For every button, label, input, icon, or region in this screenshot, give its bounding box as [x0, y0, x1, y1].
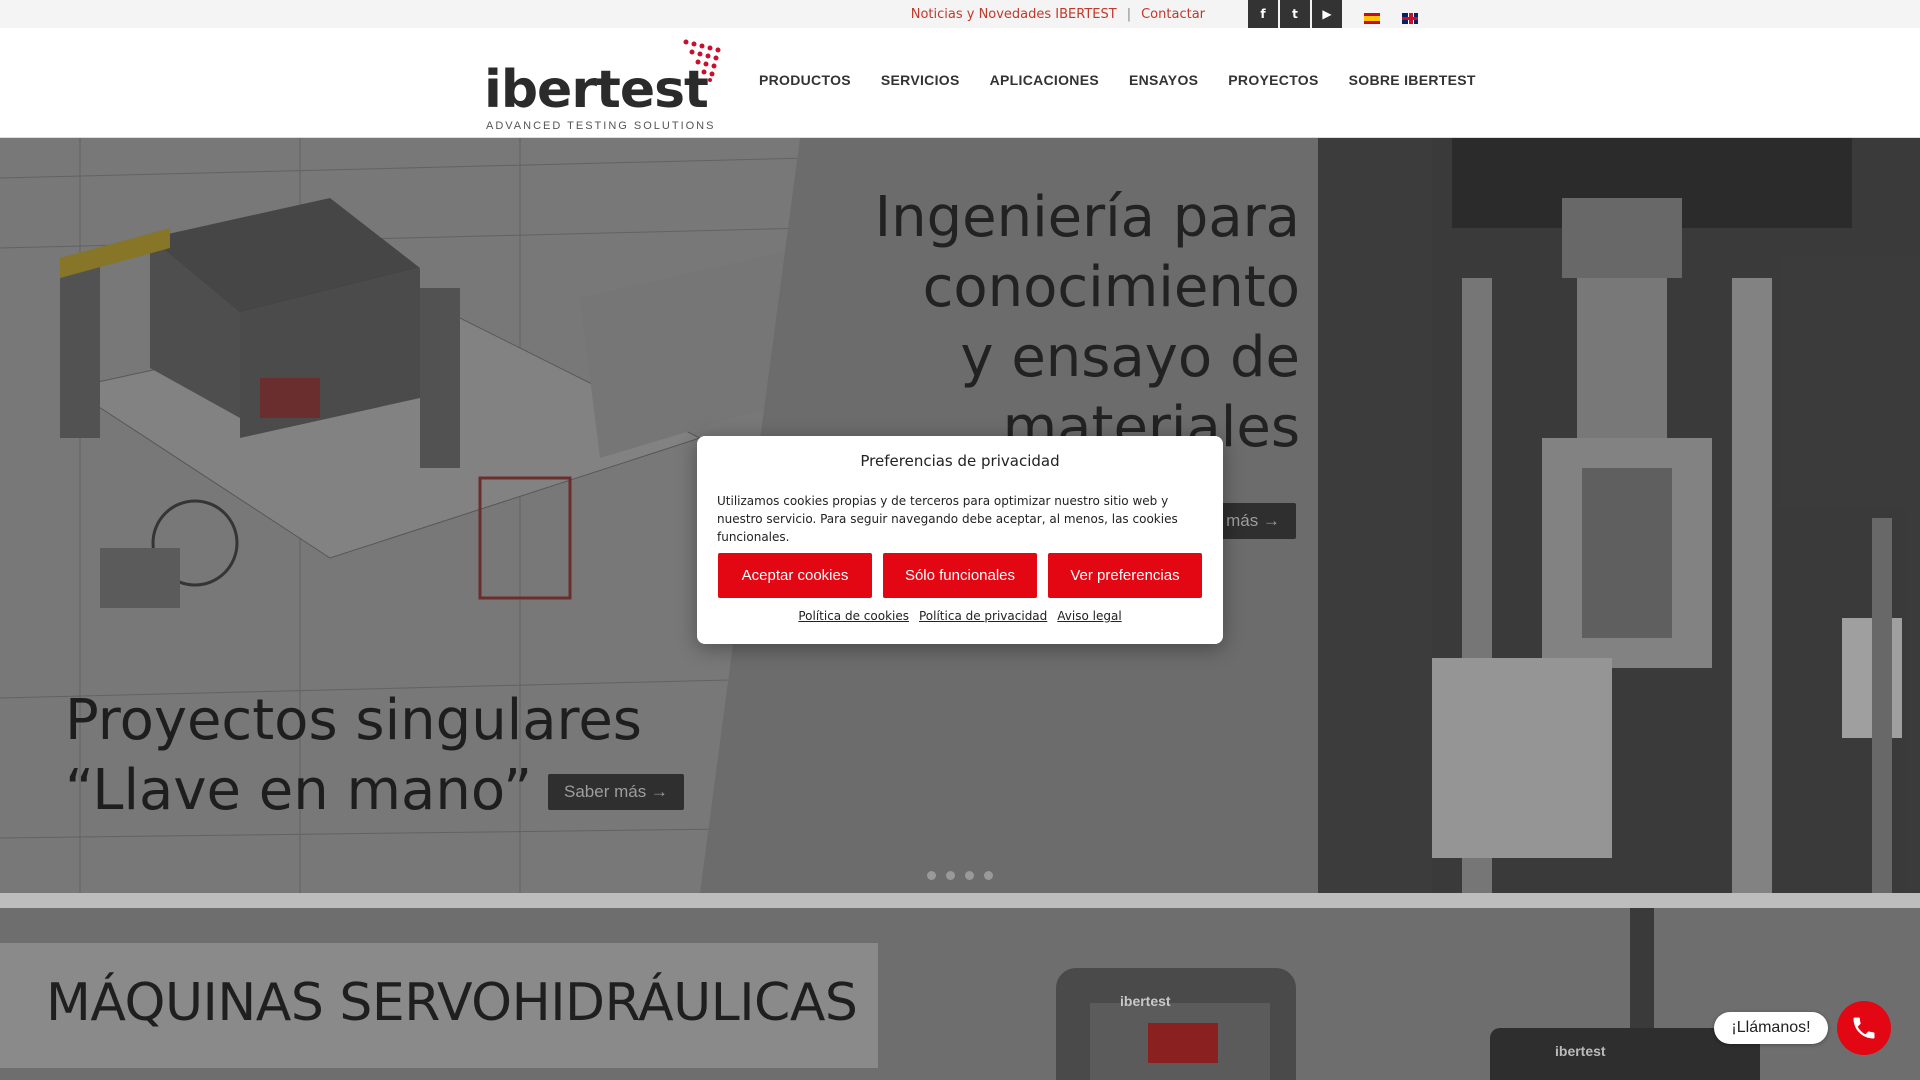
call-button[interactable]	[1837, 1001, 1891, 1055]
nav-sobre-ibertest[interactable]: SOBRE IBERTEST	[1349, 72, 1476, 88]
social-links: f t ▶	[1248, 0, 1344, 28]
machine-pole	[1630, 908, 1654, 1033]
youtube-icon[interactable]: ▶	[1312, 0, 1342, 28]
legal-notice-link[interactable]: Aviso legal	[1057, 609, 1121, 623]
logo-text: ibertest	[484, 60, 709, 120]
call-us-label[interactable]: ¡Llámanos!	[1714, 1012, 1828, 1044]
hero-title-right-line: conocimiento	[922, 255, 1300, 320]
section-title: MÁQUINAS SERVOHIDRÁULICAS	[46, 973, 858, 1033]
separator: |	[1126, 6, 1132, 22]
spain-flag-icon[interactable]	[1364, 13, 1380, 24]
nav-ensayos[interactable]: ENSAYOS	[1129, 72, 1198, 88]
modal-text: Utilizamos cookies propias y de terceros…	[717, 494, 1178, 544]
cookie-consent-modal: Preferencias de privacidad Utilizamos co…	[697, 436, 1223, 644]
modal-links: Política de cookies Política de privacid…	[697, 609, 1223, 623]
site-header: ibertest ADVANCED TESTING SOLUTIONS PROD…	[0, 28, 1920, 138]
hero-title-right-line: Ingeniería para	[874, 185, 1300, 250]
logo-dots-icon	[683, 39, 721, 82]
logo-tagline: ADVANCED TESTING SOLUTIONS	[486, 120, 716, 132]
machine-brand-label: ibertest	[1120, 993, 1171, 1009]
hero-title-right: Ingeniería para conocimiento y ensayo de…	[870, 183, 1300, 463]
accept-cookies-button[interactable]: Aceptar cookies	[718, 553, 872, 598]
cookie-policy-link[interactable]: Política de cookies	[798, 609, 909, 623]
nav-productos[interactable]: PRODUCTOS	[759, 72, 851, 88]
slider-dot[interactable]	[946, 871, 955, 880]
machine-red-part	[1148, 1023, 1218, 1063]
hero-title-right-line: y ensayo de	[960, 325, 1300, 390]
top-bar: Noticias y Novedades IBERTEST | Contacta…	[0, 0, 1920, 28]
slider-dots	[927, 871, 993, 880]
contact-link[interactable]: Contactar	[1141, 7, 1205, 22]
slider-dot[interactable]	[984, 871, 993, 880]
main-nav: PRODUCTOS SERVICIOS APLICACIONES ENSAYOS…	[759, 72, 1476, 88]
view-preferences-button[interactable]: Ver preferencias	[1048, 553, 1202, 598]
site-logo[interactable]: ibertest ADVANCED TESTING SOLUTIONS	[484, 38, 724, 133]
modal-buttons: Aceptar cookies Sólo funcionales Ver pre…	[718, 553, 1202, 598]
hero-title-left-line: Proyectos singulares	[65, 688, 642, 753]
machine-brand-label: ibertest	[1555, 1043, 1606, 1059]
nav-proyectos[interactable]: PROYECTOS	[1228, 72, 1318, 88]
section-divider	[0, 893, 1920, 908]
twitter-icon[interactable]: t	[1280, 0, 1310, 28]
privacy-policy-link[interactable]: Política de privacidad	[919, 609, 1047, 623]
modal-title: Preferencias de privacidad	[860, 452, 1060, 470]
nav-servicios[interactable]: SERVICIOS	[881, 72, 960, 88]
slider-dot[interactable]	[965, 871, 974, 880]
functional-only-button[interactable]: Sólo funcionales	[883, 553, 1037, 598]
saber-mas-button-left[interactable]: Saber más →	[548, 774, 684, 810]
slider-dot[interactable]	[927, 871, 936, 880]
language-switcher	[1364, 13, 1418, 24]
news-link[interactable]: Noticias y Novedades IBERTEST	[911, 7, 1117, 22]
nav-aplicaciones[interactable]: APLICACIONES	[990, 72, 1099, 88]
facebook-icon[interactable]: f	[1248, 0, 1278, 28]
top-links: Noticias y Novedades IBERTEST | Contacta…	[911, 0, 1205, 28]
uk-flag-icon[interactable]	[1402, 13, 1418, 24]
servohidraulicas-section: MÁQUINAS SERVOHIDRÁULICAS ibertest ibert…	[0, 908, 1920, 1080]
phone-icon	[1853, 1017, 1875, 1039]
